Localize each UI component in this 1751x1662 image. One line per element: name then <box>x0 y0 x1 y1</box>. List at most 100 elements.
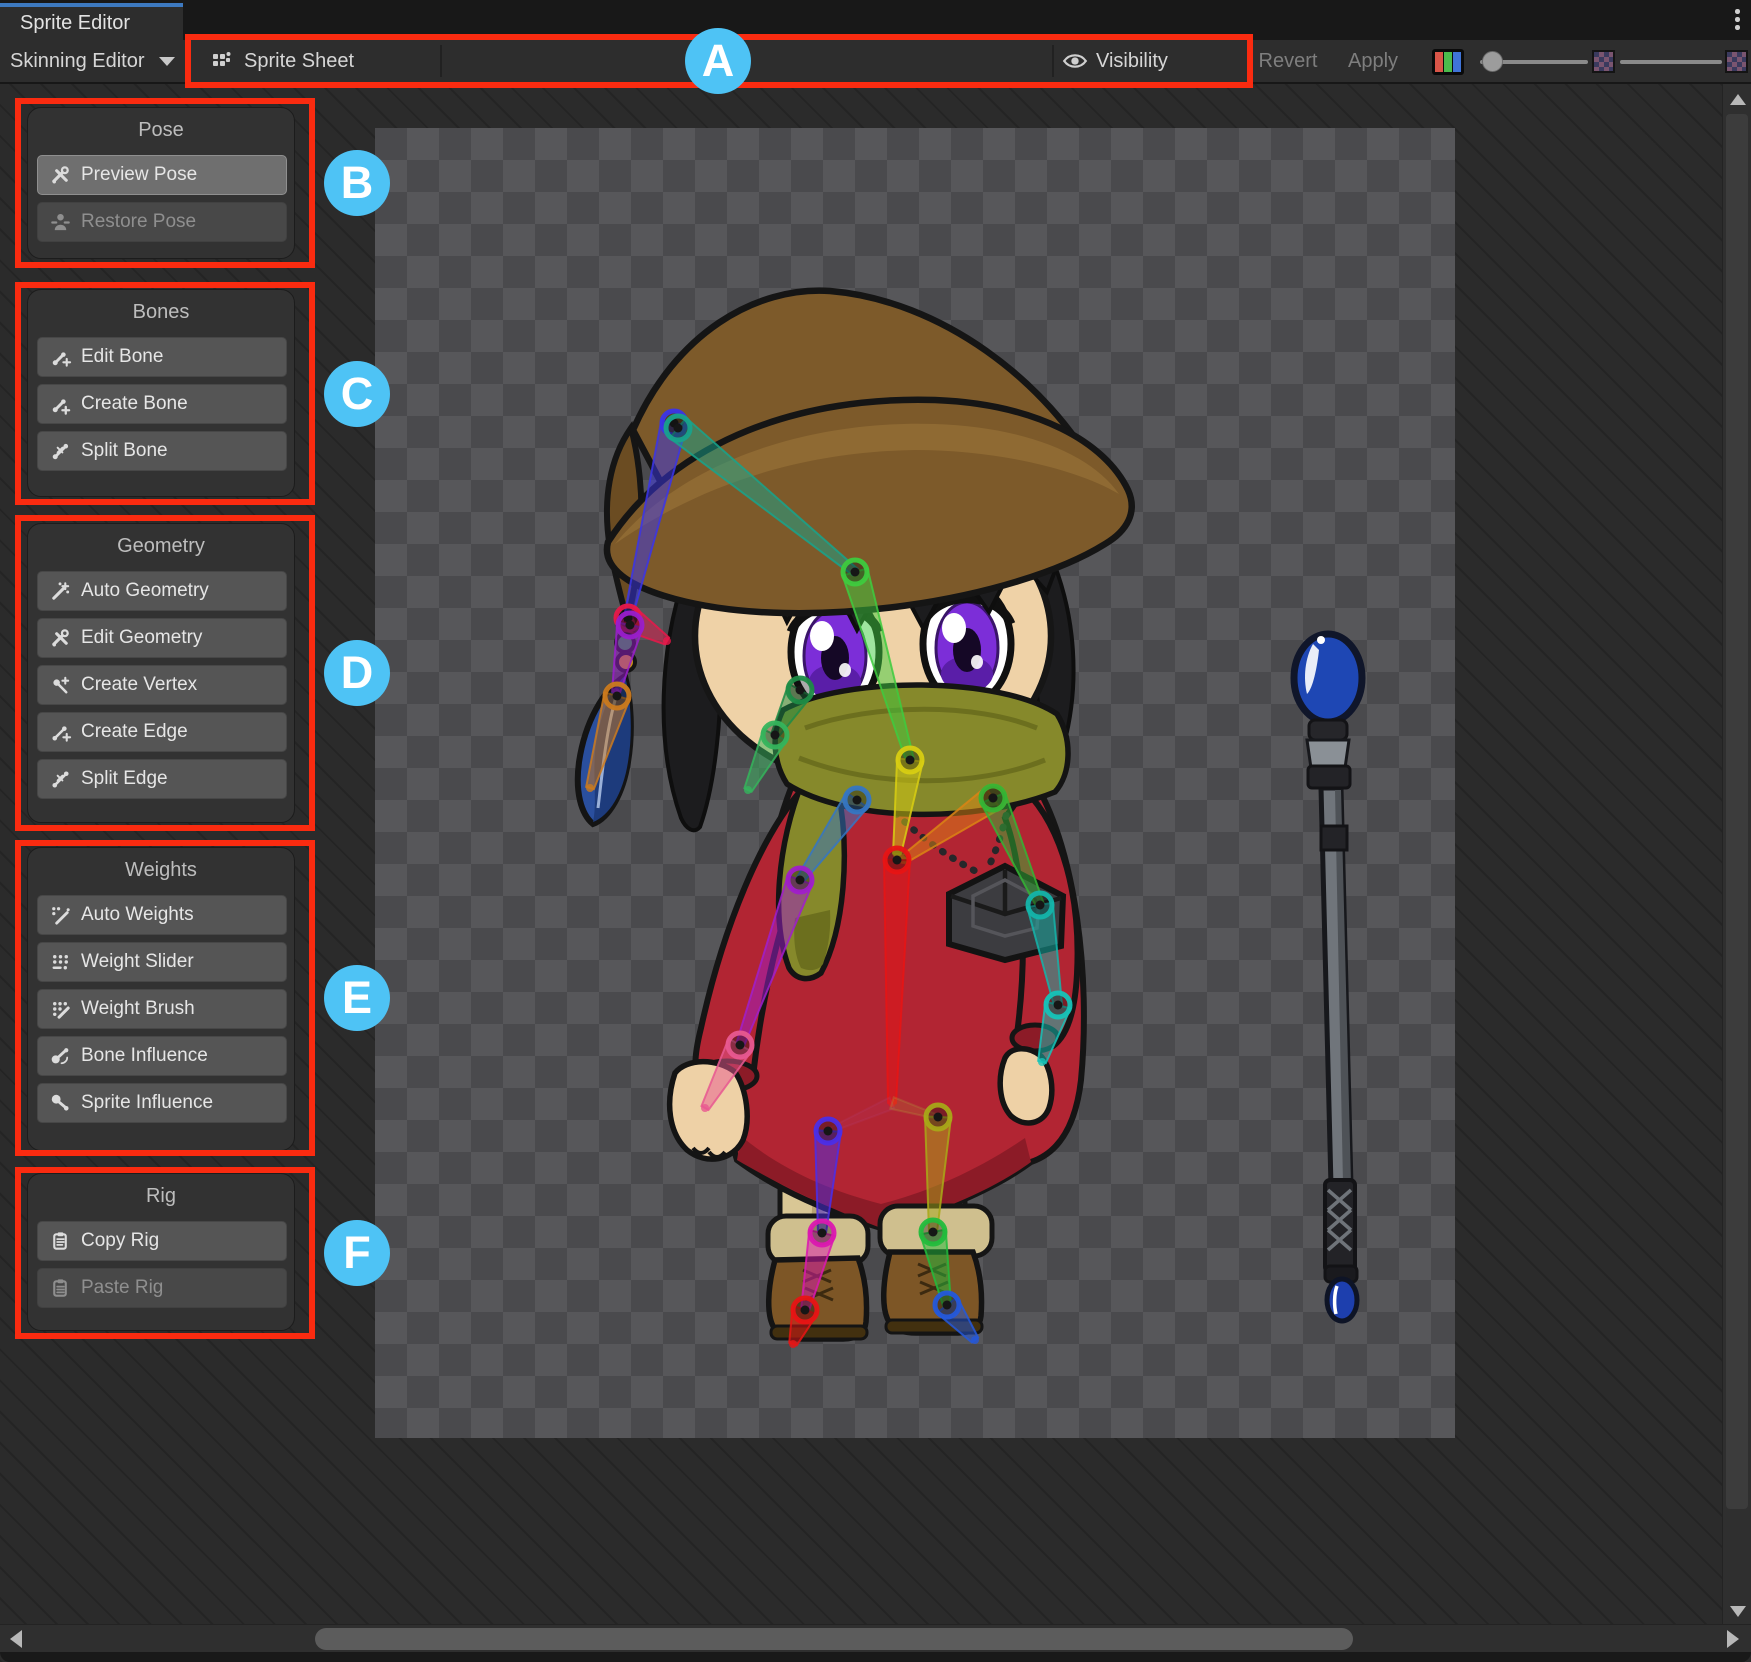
tool-button-label: Create Edge <box>81 721 188 743</box>
wand-icon <box>48 579 72 603</box>
scroll-left-icon[interactable] <box>10 1630 22 1648</box>
tool-button-label: Bone Influence <box>81 1045 208 1067</box>
panel-title: Rig <box>28 1185 294 1208</box>
tab-active-accent <box>0 3 183 7</box>
tab-title: Sprite Editor <box>20 12 130 35</box>
tool-button-label: Edit Geometry <box>81 627 202 649</box>
window-menu-icon[interactable] <box>1733 8 1741 34</box>
wand-dots-icon <box>48 903 72 927</box>
tool-button-paste-rig: Paste Rig <box>37 1268 287 1308</box>
tool-button-create-bone[interactable]: Create Bone <box>37 384 287 424</box>
sprite-canvas[interactable] <box>375 128 1455 1438</box>
tool-button-create-vertex[interactable]: Create Vertex <box>37 665 287 705</box>
alpha-slider-knob[interactable] <box>1482 51 1503 72</box>
bone-edit-icon <box>48 345 72 369</box>
tools-icon <box>48 626 72 650</box>
bone-hair-lower[interactable] <box>744 723 787 794</box>
window-bottom-edge <box>0 1652 1751 1662</box>
toolbar: Skinning Editor Sprite Sheet Visibility … <box>0 40 1751 84</box>
alpha-texture-icon <box>1592 50 1615 73</box>
bone-hand-l[interactable] <box>701 1033 752 1112</box>
vertical-scrollbar-thumb[interactable] <box>1726 114 1748 1509</box>
panel-pose: Pose Preview PoseRestore Pose <box>27 107 295 259</box>
tool-button-edit-bone[interactable]: Edit Bone <box>37 337 287 377</box>
bone-hand-r[interactable] <box>1038 993 1071 1066</box>
vertex-add-icon <box>48 673 72 697</box>
tool-button-label: Restore Pose <box>81 211 196 233</box>
sprite-influence-icon <box>48 1091 72 1115</box>
tool-button-label: Weight Brush <box>81 998 195 1020</box>
panel-title: Bones <box>28 301 294 324</box>
tool-button-weight-brush[interactable]: Weight Brush <box>37 989 287 1029</box>
tool-button-restore-pose: Restore Pose <box>37 202 287 242</box>
tool-button-label: Copy Rig <box>81 1230 159 1252</box>
horizontal-scrollbar-thumb[interactable] <box>315 1628 1353 1650</box>
scroll-up-icon[interactable] <box>1730 94 1746 105</box>
tool-button-label: Paste Rig <box>81 1277 163 1299</box>
tool-button-label: Create Bone <box>81 393 188 415</box>
tool-button-label: Split Edge <box>81 768 168 790</box>
tool-button-weight-slider[interactable]: Weight Slider <box>37 942 287 982</box>
tool-button-split-bone[interactable]: Split Bone <box>37 431 287 471</box>
work-area: Pose Preview PoseRestore Pose Bones Edit… <box>0 84 1751 1662</box>
revert-button: Revert <box>1248 40 1328 82</box>
bone-leg-r-upper[interactable] <box>925 1105 951 1236</box>
sprite-sheet-label: Sprite Sheet <box>244 50 354 73</box>
mode-dropdown[interactable]: Skinning Editor <box>0 40 185 82</box>
tool-button-create-edge[interactable]: Create Edge <box>37 712 287 752</box>
brightness-slider-track[interactable] <box>1620 60 1722 64</box>
visibility-label: Visibility <box>1096 50 1168 73</box>
tool-button-copy-rig[interactable]: Copy Rig <box>37 1221 287 1261</box>
tool-button-label: Weight Slider <box>81 951 194 973</box>
horizontal-scrollbar[interactable] <box>0 1624 1751 1652</box>
sprite-editor-window: Sprite Editor Skinning Editor Sprite She… <box>0 0 1751 1662</box>
tool-button-label: Preview Pose <box>81 164 197 186</box>
tool-button-label: Edit Bone <box>81 346 163 368</box>
tool-button-auto-weights[interactable]: Auto Weights <box>37 895 287 935</box>
copy-icon <box>48 1229 72 1253</box>
tool-button-label: Auto Weights <box>81 904 194 926</box>
tool-button-edit-geometry[interactable]: Edit Geometry <box>37 618 287 658</box>
bone-feather[interactable] <box>586 684 629 792</box>
tool-button-auto-geometry[interactable]: Auto Geometry <box>37 571 287 611</box>
panel-title: Geometry <box>28 535 294 558</box>
tab-sprite-editor[interactable]: Sprite Editor <box>0 3 183 40</box>
tool-button-label: Auto Geometry <box>81 580 209 602</box>
bones-overlay[interactable] <box>375 128 1455 1438</box>
apply-button: Apply <box>1334 40 1412 82</box>
bone-arm-r-upper[interactable] <box>981 786 1044 909</box>
dots-slider-icon <box>48 950 72 974</box>
sprite-sheet-button[interactable]: Sprite Sheet <box>198 40 438 82</box>
rgb-channels-icon[interactable] <box>1432 49 1464 75</box>
bone-arm-l-lower[interactable] <box>736 868 812 1049</box>
bone-head[interactable] <box>843 560 914 764</box>
bone-foot-r[interactable] <box>935 1293 979 1344</box>
vertical-scrollbar[interactable] <box>1722 84 1751 1624</box>
bone-spine[interactable] <box>884 848 910 1107</box>
tool-button-split-edge[interactable]: Split Edge <box>37 759 287 799</box>
visibility-button[interactable]: Visibility <box>1062 40 1210 82</box>
tool-button-bone-influence[interactable]: Bone Influence <box>37 1036 287 1076</box>
bone-split-icon <box>48 439 72 463</box>
panel-geometry: Geometry Auto Geometry Edit Geometry Creat… <box>27 523 295 823</box>
tool-button-preview-pose[interactable]: Preview Pose <box>37 155 287 195</box>
chevron-down-icon <box>159 57 175 66</box>
dots-brush-icon <box>48 997 72 1021</box>
brightness-texture-icon <box>1725 50 1748 73</box>
eye-icon <box>1062 49 1088 73</box>
panel-title: Weights <box>28 859 294 882</box>
bone-influence-icon <box>48 1044 72 1068</box>
tab-bar: Sprite Editor <box>0 0 1751 40</box>
bone-hat-mid[interactable] <box>666 416 859 576</box>
sprite-sheet-icon <box>210 49 234 73</box>
scroll-down-icon[interactable] <box>1730 1606 1746 1617</box>
bone-foot-l[interactable] <box>789 1298 817 1348</box>
panel-bones: Bones Edit Bone Create Bone Split Bone <box>27 289 295 497</box>
tool-button-sprite-influence[interactable]: Sprite Influence <box>37 1083 287 1123</box>
person-icon <box>48 210 72 234</box>
scroll-right-icon[interactable] <box>1727 1630 1739 1648</box>
tool-button-label: Split Bone <box>81 440 168 462</box>
paste-icon <box>48 1276 72 1300</box>
panel-weights: Weights Auto Weights Weight Slider Weight … <box>27 847 295 1151</box>
panel-rig: Rig Copy Rig Paste Rig <box>27 1173 295 1331</box>
